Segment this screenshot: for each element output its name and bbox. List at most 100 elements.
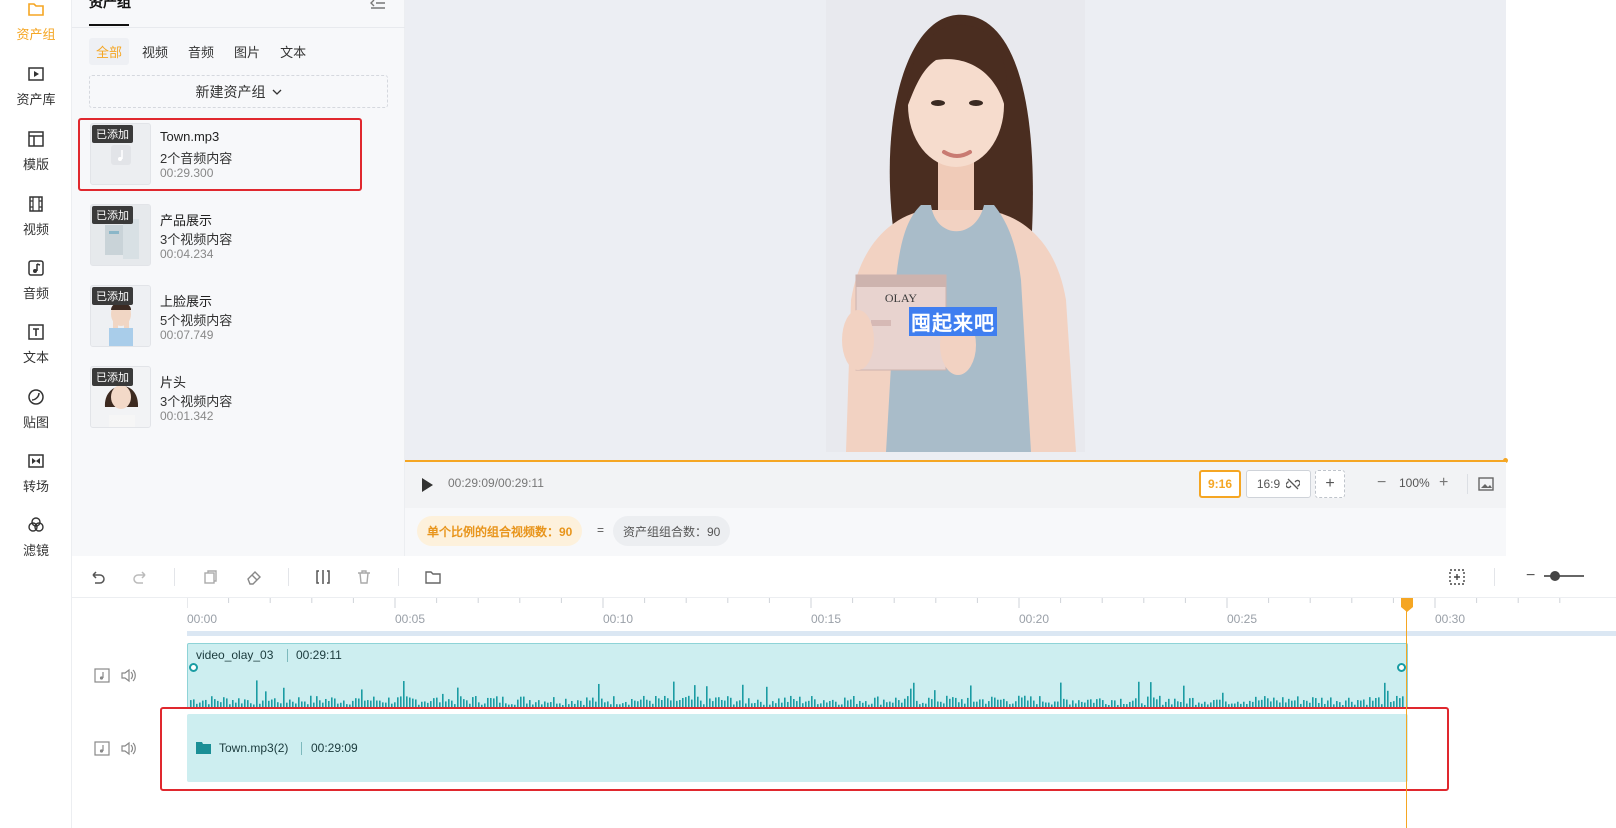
ruler-tick: 00:10 [603,612,634,626]
waveform-bar [1387,690,1389,708]
music-icon [28,260,44,276]
ratio-9-16-button[interactable]: 9:16 [1199,470,1241,498]
folder-icon [28,3,44,16]
music-track-icon[interactable] [94,668,111,683]
zoom-level: 100% [1399,476,1430,490]
redo-icon[interactable] [132,568,150,586]
filter-all[interactable]: 全部 [89,38,130,65]
ruler-tick: 00:00 [187,612,218,626]
divider [288,568,289,586]
divider [72,27,405,28]
asset-duration: 00:07.749 [160,328,214,342]
add-ratio-button[interactable]: + [1315,470,1345,498]
panel-title-underline [89,24,129,26]
timeline-ruler[interactable]: 00:00 00:05 00:10 00:15 00:20 00:25 00:3… [72,598,1616,636]
play-icon[interactable] [419,476,435,494]
divider [174,568,175,586]
nav-item-label: 文本 [22,350,49,365]
waveform-bar [673,681,675,708]
nav-item-video[interactable]: 视频 [0,185,72,249]
asset-card[interactable]: 已添加 上脸展示 5个视频内容 00:07.749 [90,285,380,347]
subtitle-overlay[interactable]: 囤起来吧 [909,307,997,336]
nav-item-label: 模版 [22,157,49,172]
new-asset-group-button[interactable]: 新建资产组 [89,75,388,108]
asset-count: 5个视频内容 [160,313,233,328]
panel-title: 资产组 [89,0,131,10]
chevron-down-icon [272,89,281,95]
nav-item-audio[interactable]: 音频 [0,249,72,313]
video-thumbnail: 已添加 [90,366,151,428]
waveform-bar [265,691,267,708]
single-ratio-count-pill: 单个比例的组合视频数：90 [417,516,583,546]
timeline-toolbar: − [72,556,1616,598]
clip-trim-handle-right[interactable] [1397,663,1406,672]
ratio-label: 16:9 [1256,477,1281,491]
nav-item-label: 视频 [22,222,49,237]
waveform-bar [742,684,744,708]
single-ratio-count: 单个比例的组合视频数：90 [427,524,573,539]
video-clip[interactable]: video_olay_03 00:29:11 [187,643,1408,709]
collapse-panel-icon[interactable] [370,0,386,10]
volume-icon[interactable] [120,668,137,683]
waveform-bar [442,693,444,708]
nav-item-asset-group[interactable]: 资产组 [0,0,72,54]
asset-card[interactable]: 已添加 产品展示 3个视频内容 00:04.234 [90,204,380,266]
delete-icon[interactable] [355,568,373,586]
eraser-icon[interactable] [245,568,263,586]
asset-name: 片头 [160,375,187,390]
waveform-bar [970,685,972,708]
timecode: 00:29:09/00:29:11 [448,476,544,490]
added-badge: 已添加 [92,206,133,224]
fit-timeline-icon[interactable] [1448,568,1466,586]
nav-item-sticker[interactable]: 贴图 [0,378,72,442]
asset-panel: 资产组 全部 视频 音频 图片 文本 新建资产组 已添加 Town.mp3 2个… [72,0,405,556]
play-square-icon [28,67,44,81]
waveform-bar [766,686,768,708]
divider [1494,568,1495,586]
waveform-bar [910,688,912,708]
highlight-box-audio-track [160,707,1449,791]
new-asset-group-label: 新建资产组 [195,83,266,100]
nav-item-label: 滤镜 [22,543,49,558]
image-frame-icon[interactable] [1478,476,1494,492]
ratio-label: 9:16 [1207,477,1233,491]
clip-trim-handle-left[interactable] [189,663,198,672]
timeline-zoom-out-button[interactable]: − [1526,567,1535,585]
folder-icon[interactable] [424,568,442,586]
left-nav: 资产组 资产库 模版 视频 音频 文本 贴图 转场 滤镜 [0,0,72,828]
divider [398,568,399,586]
filter-audio[interactable]: 音频 [181,38,221,65]
ruler-tick: 00:15 [811,612,842,626]
asset-duration: 00:04.234 [160,247,214,261]
add-ratio-label: + [1325,475,1335,492]
copy-icon[interactable] [201,568,219,586]
nav-item-filter[interactable]: 滤镜 [0,506,72,570]
timeline-zoom-knob[interactable] [1550,571,1560,581]
undo-icon[interactable] [88,568,106,586]
nav-item-text[interactable]: 文本 [0,313,72,377]
asset-count: 3个视频内容 [160,394,233,409]
filter-text[interactable]: 文本 [273,38,313,65]
zoom-in-button[interactable]: + [1439,474,1448,492]
clip-duration: 00:29:11 [296,648,342,662]
nav-item-template[interactable]: 模版 [0,120,72,184]
ruler-tick: 00:30 [1435,612,1466,626]
ratio-16-9-button[interactable]: 16:9 [1246,470,1311,498]
nav-item-transition[interactable]: 转场 [0,442,72,506]
svg-text:OLAY: OLAY [885,291,918,305]
filter-image[interactable]: 图片 [227,38,267,65]
playhead-handle[interactable] [1401,598,1413,612]
video-thumbnail: 已添加 [90,204,151,266]
asset-card[interactable]: 已添加 片头 3个视频内容 00:01.342 [90,366,380,428]
zoom-out-button[interactable]: − [1377,474,1386,492]
volume-icon[interactable] [120,741,137,756]
asset-duration: 00:01.342 [160,409,214,423]
nav-item-label: 音频 [22,286,49,301]
nav-item-asset-library[interactable]: 资产库 [0,55,72,119]
music-track-icon[interactable] [94,741,111,756]
track-header [72,640,187,712]
filter-video[interactable]: 视频 [135,38,175,65]
preview-video-image: OLAY [826,0,1085,452]
waveform-bar [913,682,915,708]
split-icon[interactable] [314,568,332,586]
